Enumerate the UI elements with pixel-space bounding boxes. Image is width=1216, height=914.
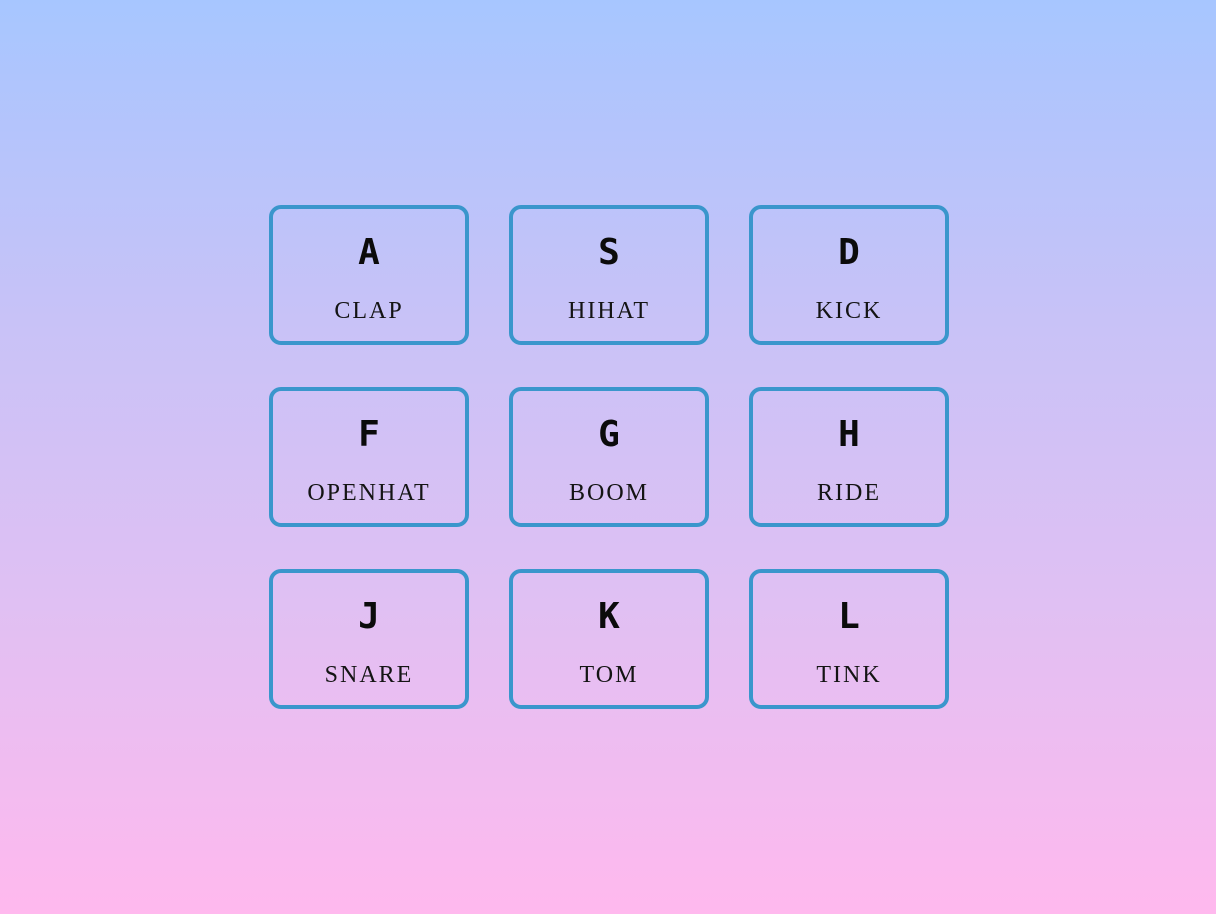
- drum-pad-snare[interactable]: J SNARE: [269, 569, 469, 709]
- drum-pad-tink[interactable]: L TINK: [749, 569, 949, 709]
- pad-sound-label: RIDE: [817, 480, 881, 506]
- pad-sound-label: KICK: [815, 298, 883, 324]
- pad-sound-label: HIHAT: [568, 298, 650, 324]
- drum-pad-ride[interactable]: H RIDE: [749, 387, 949, 527]
- drum-pad-kick[interactable]: D KICK: [749, 205, 949, 345]
- drum-pad-clap[interactable]: A CLAP: [269, 205, 469, 345]
- drum-pad-tom[interactable]: K TOM: [509, 569, 709, 709]
- pad-sound-label: CLAP: [334, 298, 404, 324]
- pad-sound-label: BOOM: [568, 480, 649, 506]
- pad-key-label: F: [358, 414, 380, 455]
- drum-pad-hihat[interactable]: S HIHAT: [509, 205, 709, 345]
- pad-sound-label: TOM: [579, 662, 639, 688]
- pad-key-label: K: [598, 596, 620, 637]
- drum-pad-boom[interactable]: G BOOM: [509, 387, 709, 527]
- pad-key-label: L: [838, 596, 860, 637]
- pad-key-label: H: [838, 414, 860, 455]
- drum-pad-grid: A CLAP S HIHAT D KICK F OPENHAT G BOOM H…: [269, 205, 949, 709]
- pad-sound-label: OPENHAT: [307, 480, 431, 506]
- pad-key-label: S: [598, 232, 620, 273]
- pad-key-label: J: [358, 596, 380, 637]
- drum-pad-openhat[interactable]: F OPENHAT: [269, 387, 469, 527]
- pad-sound-label: TINK: [816, 662, 882, 688]
- pad-key-label: A: [358, 232, 380, 273]
- pad-key-label: D: [838, 232, 860, 273]
- pad-key-label: G: [598, 414, 620, 455]
- pad-sound-label: SNARE: [324, 662, 414, 688]
